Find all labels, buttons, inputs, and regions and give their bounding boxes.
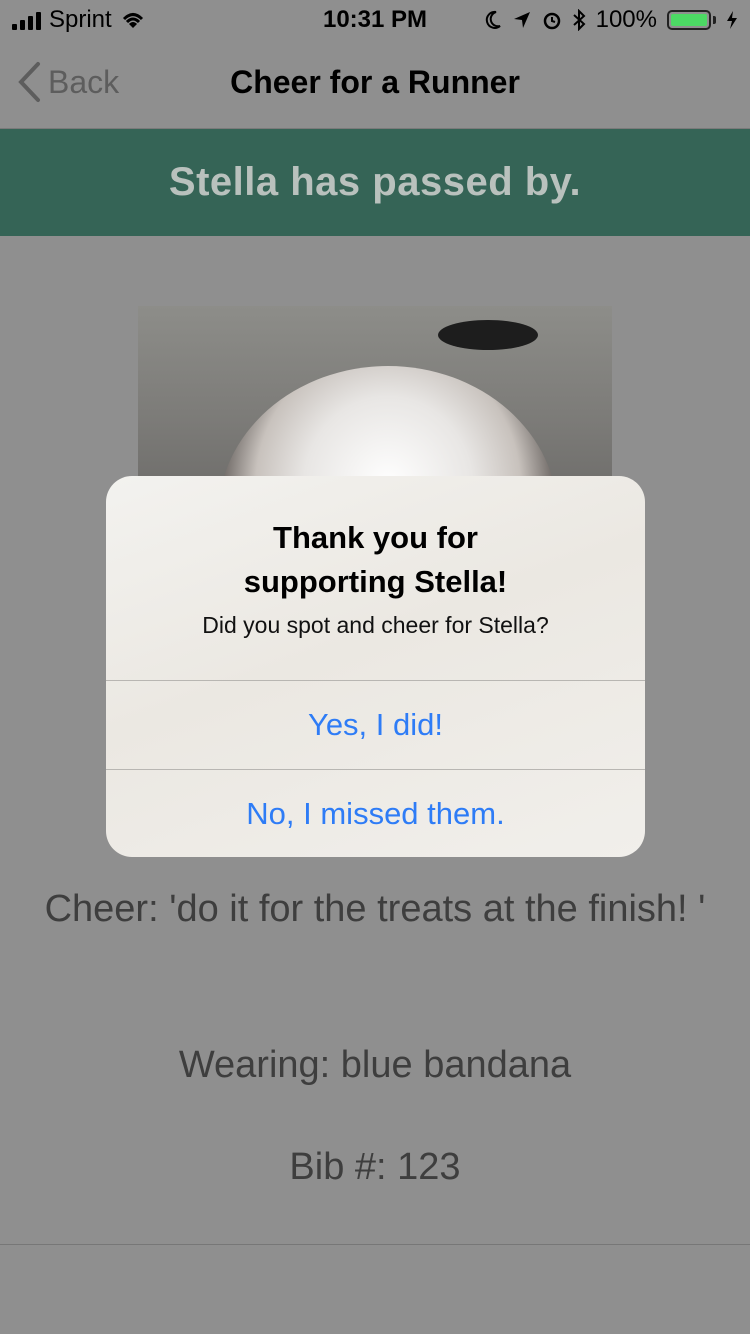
confirmation-alert: Thank you for supporting Stella! Did you… xyxy=(106,476,645,857)
alert-title: Thank you for supporting Stella! xyxy=(243,520,508,599)
alert-message: Did you spot and cheer for Stella? xyxy=(202,612,549,638)
no-button[interactable]: No, I missed them. xyxy=(106,769,645,857)
alert-body: Thank you for supporting Stella! Did you… xyxy=(106,476,645,680)
yes-button[interactable]: Yes, I did! xyxy=(106,680,645,769)
